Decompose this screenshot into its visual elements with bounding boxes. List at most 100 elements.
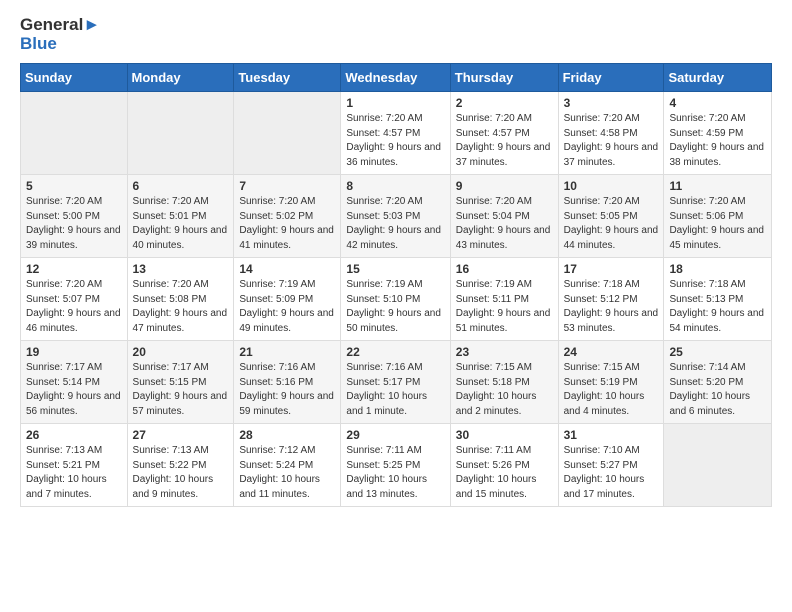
day-cell: 24Sunrise: 7:15 AM Sunset: 5:19 PM Dayli… <box>558 341 664 424</box>
day-number: 23 <box>456 345 553 359</box>
day-cell: 8 Sunrise: 7:20 AM Sunset: 5:03 PM Daylig… <box>341 175 450 258</box>
day-info: Sunrise: 7:20 AM Sunset: 5:02 PM Dayligh… <box>239 195 335 253</box>
day-number: 25 <box>669 345 766 359</box>
day-number: 24 <box>564 345 659 359</box>
logo-line2: Blue <box>20 35 100 54</box>
day-info: Sunrise: 7:17 AM Sunset: 5:14 PM Dayligh… <box>26 361 122 419</box>
day-info: Sunrise: 7:20 AM Sunset: 5:08 PM Dayligh… <box>133 278 229 336</box>
logo: General► Blue <box>20 16 100 53</box>
day-number: 17 <box>564 262 659 276</box>
day-info: Sunrise: 7:20 AM Sunset: 4:57 PM Dayligh… <box>456 112 553 170</box>
day-info: Sunrise: 7:16 AM Sunset: 5:17 PM Dayligh… <box>346 361 444 419</box>
day-cell: 1 Sunrise: 7:20 AM Sunset: 4:57 PM Daylig… <box>341 92 450 175</box>
day-cell: 14 Sunrise: 7:19 AM Sunset: 5:09 PM Dayli… <box>234 258 341 341</box>
day-cell: 9 Sunrise: 7:20 AM Sunset: 5:04 PM Daylig… <box>450 175 558 258</box>
day-cell: 6 Sunrise: 7:20 AM Sunset: 5:01 PM Daylig… <box>127 175 234 258</box>
week-row-2: 5Sunrise: 7:20 AM Sunset: 5:00 PM Daylig… <box>21 175 772 258</box>
day-info: Sunrise: 7:18 AM Sunset: 5:13 PM Dayligh… <box>669 278 766 336</box>
day-cell: 18 Sunrise: 7:18 AM Sunset: 5:13 PM Dayli… <box>664 258 772 341</box>
day-info: Sunrise: 7:19 AM Sunset: 5:09 PM Dayligh… <box>239 278 335 336</box>
day-cell: 28Sunrise: 7:12 AM Sunset: 5:24 PM Dayli… <box>234 424 341 507</box>
logo-text: General► Blue <box>20 16 100 53</box>
day-number: 27 <box>133 428 229 442</box>
weekday-header-wednesday: Wednesday <box>341 64 450 92</box>
day-cell <box>127 92 234 175</box>
day-cell: 2 Sunrise: 7:20 AM Sunset: 4:57 PM Daylig… <box>450 92 558 175</box>
day-cell: 30Sunrise: 7:11 AM Sunset: 5:26 PM Dayli… <box>450 424 558 507</box>
day-number: 21 <box>239 345 335 359</box>
day-number: 8 <box>346 179 444 193</box>
page: General► Blue SundayMondayTuesdayWednesd… <box>0 0 792 527</box>
day-number: 16 <box>456 262 553 276</box>
day-number: 18 <box>669 262 766 276</box>
day-info: Sunrise: 7:19 AM Sunset: 5:10 PM Dayligh… <box>346 278 444 336</box>
day-info: Sunrise: 7:10 AM Sunset: 5:27 PM Dayligh… <box>564 444 659 502</box>
day-number: 1 <box>346 96 444 110</box>
day-number: 4 <box>669 96 766 110</box>
day-number: 9 <box>456 179 553 193</box>
calendar: SundayMondayTuesdayWednesdayThursdayFrid… <box>20 63 772 507</box>
week-row-4: 19 Sunrise: 7:17 AM Sunset: 5:14 PM Dayli… <box>21 341 772 424</box>
weekday-header-sunday: Sunday <box>21 64 128 92</box>
day-number: 29 <box>346 428 444 442</box>
day-cell: 13 Sunrise: 7:20 AM Sunset: 5:08 PM Dayli… <box>127 258 234 341</box>
day-number: 2 <box>456 96 553 110</box>
day-number: 14 <box>239 262 335 276</box>
weekday-header-row: SundayMondayTuesdayWednesdayThursdayFrid… <box>21 64 772 92</box>
day-number: 12 <box>26 262 122 276</box>
day-info: Sunrise: 7:20 AM Sunset: 5:04 PM Dayligh… <box>456 195 553 253</box>
day-number: 6 <box>133 179 229 193</box>
day-number: 30 <box>456 428 553 442</box>
day-cell: 20 Sunrise: 7:17 AM Sunset: 5:15 PM Dayli… <box>127 341 234 424</box>
day-number: 13 <box>133 262 229 276</box>
day-info: Sunrise: 7:15 AM Sunset: 5:18 PM Dayligh… <box>456 361 553 419</box>
day-cell <box>664 424 772 507</box>
day-cell: 12Sunrise: 7:20 AM Sunset: 5:07 PM Dayli… <box>21 258 128 341</box>
day-number: 22 <box>346 345 444 359</box>
weekday-header-monday: Monday <box>127 64 234 92</box>
day-cell: 4 Sunrise: 7:20 AM Sunset: 4:59 PM Daylig… <box>664 92 772 175</box>
day-cell: 22 Sunrise: 7:16 AM Sunset: 5:17 PM Dayli… <box>341 341 450 424</box>
day-info: Sunrise: 7:20 AM Sunset: 5:06 PM Dayligh… <box>669 195 766 253</box>
day-info: Sunrise: 7:20 AM Sunset: 5:01 PM Dayligh… <box>133 195 229 253</box>
day-cell: 31 Sunrise: 7:10 AM Sunset: 5:27 PM Dayli… <box>558 424 664 507</box>
day-cell: 16 Sunrise: 7:19 AM Sunset: 5:11 PM Dayli… <box>450 258 558 341</box>
day-cell: 29 Sunrise: 7:11 AM Sunset: 5:25 PM Dayli… <box>341 424 450 507</box>
day-number: 20 <box>133 345 229 359</box>
day-info: Sunrise: 7:13 AM Sunset: 5:22 PM Dayligh… <box>133 444 229 502</box>
day-info: Sunrise: 7:13 AM Sunset: 5:21 PM Dayligh… <box>26 444 122 502</box>
day-info: Sunrise: 7:20 AM Sunset: 5:00 PM Dayligh… <box>26 195 122 253</box>
day-cell: 7 Sunrise: 7:20 AM Sunset: 5:02 PM Daylig… <box>234 175 341 258</box>
day-info: Sunrise: 7:20 AM Sunset: 4:59 PM Dayligh… <box>669 112 766 170</box>
day-info: Sunrise: 7:20 AM Sunset: 5:05 PM Dayligh… <box>564 195 659 253</box>
day-cell <box>234 92 341 175</box>
day-number: 7 <box>239 179 335 193</box>
day-info: Sunrise: 7:12 AM Sunset: 5:24 PM Dayligh… <box>239 444 335 502</box>
week-row-5: 26 Sunrise: 7:13 AM Sunset: 5:21 PM Dayli… <box>21 424 772 507</box>
day-cell: 23 Sunrise: 7:15 AM Sunset: 5:18 PM Dayli… <box>450 341 558 424</box>
day-cell: 15 Sunrise: 7:19 AM Sunset: 5:10 PM Dayli… <box>341 258 450 341</box>
day-info: Sunrise: 7:20 AM Sunset: 5:03 PM Dayligh… <box>346 195 444 253</box>
day-cell: 5Sunrise: 7:20 AM Sunset: 5:00 PM Daylig… <box>21 175 128 258</box>
day-info: Sunrise: 7:18 AM Sunset: 5:12 PM Dayligh… <box>564 278 659 336</box>
day-number: 19 <box>26 345 122 359</box>
week-row-3: 12Sunrise: 7:20 AM Sunset: 5:07 PM Dayli… <box>21 258 772 341</box>
day-info: Sunrise: 7:14 AM Sunset: 5:20 PM Dayligh… <box>669 361 766 419</box>
day-info: Sunrise: 7:11 AM Sunset: 5:25 PM Dayligh… <box>346 444 444 502</box>
day-info: Sunrise: 7:17 AM Sunset: 5:15 PM Dayligh… <box>133 361 229 419</box>
weekday-header-tuesday: Tuesday <box>234 64 341 92</box>
day-number: 31 <box>564 428 659 442</box>
day-number: 10 <box>564 179 659 193</box>
day-cell: 3Sunrise: 7:20 AM Sunset: 4:58 PM Daylig… <box>558 92 664 175</box>
day-cell: 19 Sunrise: 7:17 AM Sunset: 5:14 PM Dayli… <box>21 341 128 424</box>
day-info: Sunrise: 7:20 AM Sunset: 4:57 PM Dayligh… <box>346 112 444 170</box>
week-row-1: 1 Sunrise: 7:20 AM Sunset: 4:57 PM Daylig… <box>21 92 772 175</box>
day-number: 26 <box>26 428 122 442</box>
day-cell <box>21 92 128 175</box>
weekday-header-saturday: Saturday <box>664 64 772 92</box>
logo-line1: General► <box>20 16 100 35</box>
weekday-header-thursday: Thursday <box>450 64 558 92</box>
day-info: Sunrise: 7:19 AM Sunset: 5:11 PM Dayligh… <box>456 278 553 336</box>
day-number: 15 <box>346 262 444 276</box>
day-info: Sunrise: 7:20 AM Sunset: 4:58 PM Dayligh… <box>564 112 659 170</box>
